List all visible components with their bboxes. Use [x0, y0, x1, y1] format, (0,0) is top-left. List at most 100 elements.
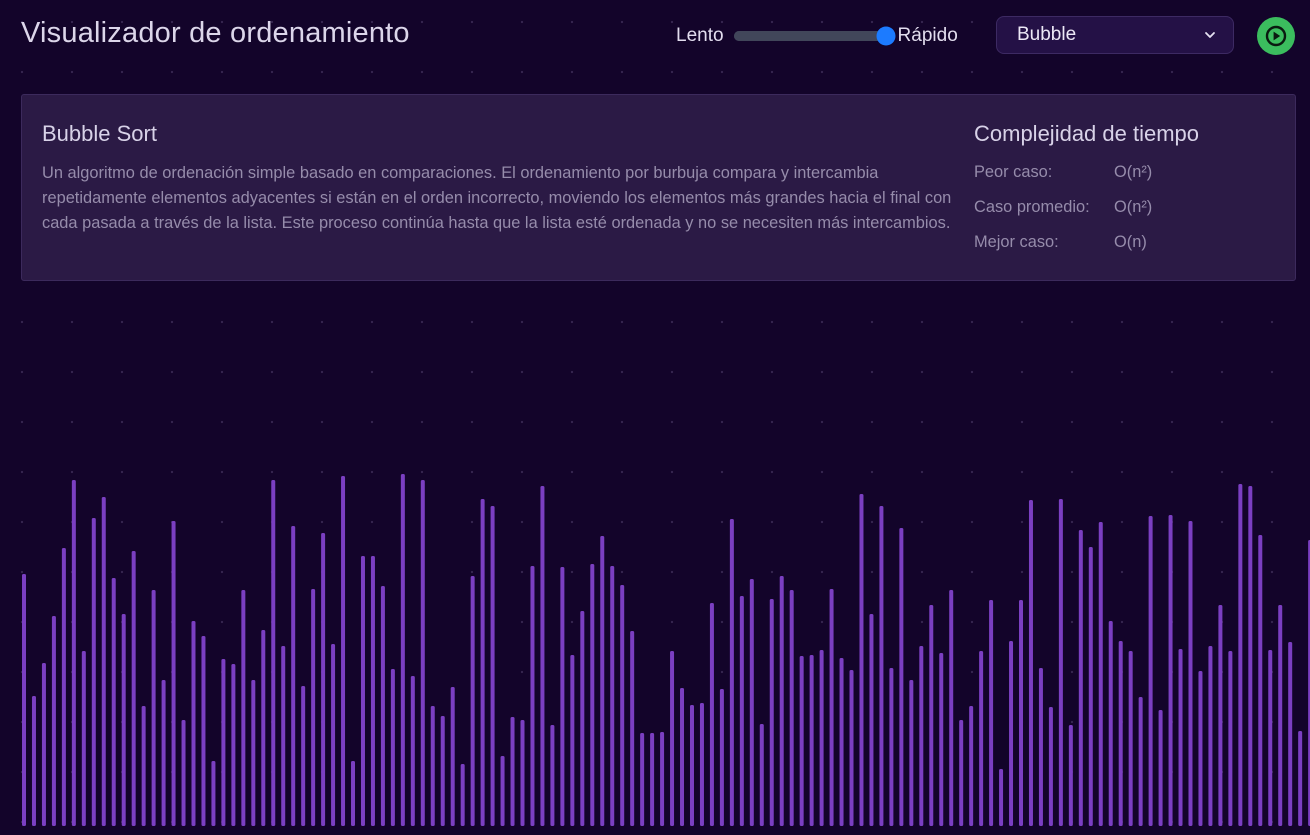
- array-bar: [1028, 500, 1033, 826]
- array-bar: [380, 586, 385, 826]
- array-bar: [500, 756, 505, 826]
- array-bar: [989, 600, 994, 826]
- array-bar: [301, 686, 306, 826]
- array-bar: [430, 706, 435, 826]
- array-bar: [939, 653, 944, 826]
- array-bar: [630, 631, 635, 826]
- array-bar: [999, 769, 1004, 826]
- array-bar: [400, 474, 405, 826]
- array-bar: [759, 724, 764, 826]
- array-bar: [600, 536, 605, 826]
- array-bar: [1058, 499, 1063, 826]
- array-bar: [959, 720, 964, 826]
- array-bar: [670, 651, 675, 826]
- array-bar: [640, 733, 645, 826]
- array-bar: [510, 717, 515, 826]
- bars-visualization: [22, 474, 1310, 826]
- array-bar: [61, 548, 66, 826]
- array-bar: [949, 590, 954, 826]
- array-bar: [879, 506, 884, 826]
- array-bar: [480, 499, 485, 826]
- array-bar: [859, 494, 864, 826]
- array-bar: [1098, 522, 1103, 826]
- array-bar: [341, 476, 346, 826]
- array-bar: [1228, 651, 1233, 826]
- array-bar: [331, 644, 336, 826]
- array-bar: [540, 486, 545, 826]
- array-bar: [1019, 600, 1023, 826]
- array-bar: [660, 732, 665, 826]
- array-bar: [91, 518, 96, 826]
- array-bar: [839, 658, 844, 826]
- array-bar: [1108, 621, 1113, 826]
- array-bar: [31, 696, 36, 826]
- array-bar: [231, 664, 236, 826]
- array-bar: [1168, 515, 1173, 826]
- array-bar: [351, 761, 356, 826]
- array-bar: [151, 590, 156, 826]
- array-bar: [520, 720, 525, 826]
- array-bar: [1218, 605, 1223, 826]
- array-bar: [729, 519, 734, 826]
- array-bar: [570, 655, 575, 826]
- array-bar: [121, 614, 126, 826]
- array-bar: [1038, 668, 1043, 826]
- array-bar: [311, 589, 316, 826]
- array-bar: [1138, 697, 1143, 826]
- array-bar: [171, 521, 176, 826]
- array-bar: [590, 564, 595, 826]
- array-bar: [1298, 731, 1303, 826]
- array-bar: [779, 576, 784, 826]
- array-bar: [919, 646, 924, 826]
- array-bar: [1288, 642, 1293, 826]
- array-bar: [141, 706, 146, 826]
- array-bar: [689, 705, 694, 826]
- array-bar: [191, 621, 196, 826]
- array-bar: [1198, 671, 1203, 826]
- array-bar: [41, 663, 46, 826]
- array-bar: [201, 636, 206, 826]
- array-bar: [1178, 649, 1183, 826]
- array-bar: [709, 603, 714, 826]
- array-bar: [909, 680, 914, 826]
- array-bar: [620, 585, 625, 826]
- array-bar: [819, 650, 824, 826]
- array-bar: [789, 590, 794, 826]
- array-bar: [360, 556, 365, 826]
- array-bar: [291, 526, 296, 826]
- array-bar: [610, 566, 615, 826]
- array-bar: [390, 669, 395, 826]
- array-bar: [101, 497, 106, 826]
- array-bar: [1088, 547, 1093, 826]
- array-bar: [410, 676, 415, 826]
- array-bar: [71, 480, 76, 826]
- array-bar: [81, 651, 86, 826]
- array-bar: [1078, 530, 1083, 826]
- array-bar: [1268, 650, 1273, 826]
- array-bar: [1118, 641, 1123, 826]
- array-bar: [161, 680, 166, 826]
- array-bar: [699, 703, 704, 826]
- array-bar: [929, 605, 934, 826]
- array-bar: [470, 576, 475, 826]
- array-bar: [261, 630, 266, 826]
- array-bar: [1128, 651, 1133, 826]
- array-bar: [321, 533, 326, 826]
- array-bar: [899, 528, 904, 826]
- array-bar: [1158, 710, 1163, 826]
- array-bar: [111, 578, 116, 826]
- array-bar: [849, 670, 854, 826]
- array-bar: [869, 614, 874, 826]
- array-bar: [979, 651, 984, 826]
- array-bar: [1009, 641, 1014, 826]
- array-bar: [650, 733, 655, 826]
- array-bar: [181, 720, 186, 826]
- array-bar: [1248, 486, 1253, 826]
- array-bar: [1048, 707, 1053, 826]
- array-bar: [889, 668, 894, 826]
- array-bar: [460, 764, 465, 826]
- array-bar: [680, 688, 685, 826]
- array-bar: [969, 706, 974, 826]
- array-bar: [719, 689, 724, 826]
- array-bar: [241, 590, 246, 826]
